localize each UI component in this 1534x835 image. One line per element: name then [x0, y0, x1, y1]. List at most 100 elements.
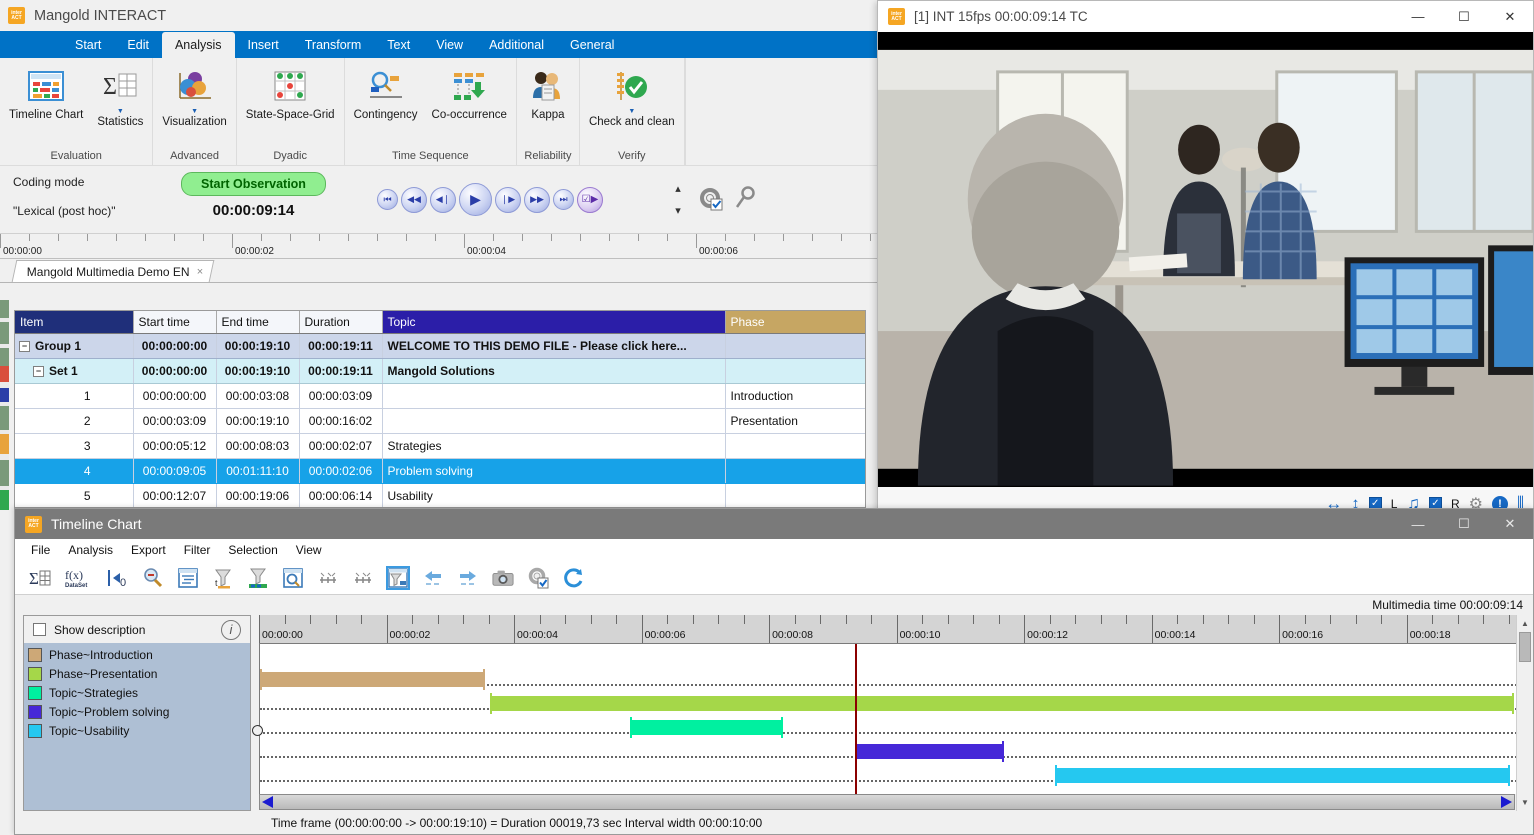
timeline-canvas[interactable]: [259, 644, 1533, 794]
step-forward-button[interactable]: ❘▶: [495, 186, 521, 213]
cell-phase[interactable]: [725, 458, 865, 484]
scroll-down-icon[interactable]: ▼: [1517, 794, 1533, 811]
cell-duration[interactable]: 00:00:06:14: [299, 483, 383, 507]
cell-duration[interactable]: 00:00:02:07: [299, 433, 383, 459]
zoom-out-icon[interactable]: [142, 567, 164, 589]
cell-start[interactable]: 00:00:00:00: [133, 358, 217, 384]
cell-start[interactable]: 00:00:05:12: [133, 433, 217, 459]
timeline-horizontal-scrollbar[interactable]: [259, 794, 1515, 810]
tree-expander[interactable]: −: [19, 340, 30, 352]
minimize-button[interactable]: —: [1395, 1, 1441, 32]
ribbon-button-co-occurrence[interactable]: Co-occurrence: [425, 63, 514, 122]
ribbon-tab-transform[interactable]: Transform: [292, 32, 375, 58]
timeline-ruler[interactable]: 00:00:00 00:00:02 00:00:04 00:00:06 00:00:08…: [259, 615, 1533, 644]
cell-item[interactable]: − Group 1: [15, 333, 134, 359]
ribbon-button-kappa[interactable]: Kappa: [519, 63, 577, 122]
sum-table-icon[interactable]: Σ: [29, 567, 51, 589]
cell-end[interactable]: 00:00:19:10: [216, 358, 300, 384]
cell-item[interactable]: 4: [15, 458, 134, 484]
legend-item[interactable]: Phase~Introduction: [28, 645, 250, 664]
search-preview-icon[interactable]: [282, 567, 304, 589]
skip-to-start-button[interactable]: ⏮: [377, 189, 398, 210]
cell-topic[interactable]: [382, 383, 726, 409]
speed-spinner[interactable]: ▴ ▾: [668, 177, 688, 221]
settings-gear-icon[interactable]: [698, 186, 724, 212]
legend-item[interactable]: Topic~Usability: [28, 721, 250, 740]
cell-topic[interactable]: Mangold Solutions: [382, 358, 726, 384]
cell-item[interactable]: 5: [15, 483, 134, 507]
close-button[interactable]: ✕: [1487, 1, 1533, 32]
magnifier-icon[interactable]: [734, 186, 758, 212]
expand-left-icon[interactable]: [317, 567, 339, 589]
column-header-item[interactable]: Item: [15, 311, 134, 334]
column-header-phase[interactable]: Phase: [725, 311, 865, 334]
show-description-checkbox[interactable]: [33, 623, 46, 636]
cell-phase[interactable]: [725, 358, 865, 384]
fast-forward-button[interactable]: ▶▶: [524, 186, 550, 213]
filter-time-icon[interactable]: t: [212, 567, 234, 589]
cell-end[interactable]: 00:00:19:10: [216, 408, 300, 434]
reset-to-zero-icon[interactable]: 0: [107, 567, 129, 589]
cell-duration[interactable]: 00:00:03:09: [299, 383, 383, 409]
spinner-down-icon[interactable]: ▾: [675, 204, 681, 217]
timeline-bar[interactable]: [489, 693, 1515, 714]
playhead-cursor[interactable]: [854, 644, 857, 794]
tree-expander[interactable]: −: [33, 365, 44, 377]
menu-file[interactable]: File: [31, 543, 50, 557]
ribbon-button-statistics[interactable]: Σ ▼ Statistics: [90, 63, 150, 129]
cell-duration[interactable]: 00:00:19:11: [299, 358, 383, 384]
refresh-icon[interactable]: [562, 567, 584, 589]
legend-item-list[interactable]: Phase~Introduction Phase~Presentation Topi…: [24, 643, 250, 810]
rewind-button[interactable]: ◀◀: [401, 186, 427, 213]
table-row[interactable]: 4 00:00:09:05 00:01:11:10 00:00:02:06 Proble…: [15, 458, 865, 484]
table-row[interactable]: 1 00:00:00:00 00:00:03:08 00:00:03:09 Introd…: [15, 383, 865, 409]
chevron-down-icon[interactable]: ▼: [191, 108, 198, 116]
cell-duration[interactable]: 00:00:02:06: [299, 458, 383, 484]
observation-data-table[interactable]: Item Start time End time Duration Topic …: [14, 310, 866, 508]
table-row[interactable]: − Group 1 00:00:00:00 00:00:19:10 00:00:19:1…: [15, 333, 865, 359]
table-row[interactable]: 2 00:00:03:09 00:00:19:10 00:00:16:02 Presen…: [15, 408, 865, 434]
chevron-down-icon[interactable]: ▼: [628, 108, 635, 116]
document-tab-mangold-demo[interactable]: Mangold Multimedia Demo EN ×: [11, 260, 215, 282]
legend-item[interactable]: Phase~Presentation: [28, 664, 250, 683]
play-selection-button[interactable]: ☑▶: [577, 186, 603, 213]
snapshot-camera-icon[interactable]: [492, 567, 514, 589]
cell-topic[interactable]: Problem solving: [382, 458, 726, 484]
minimize-button[interactable]: —: [1395, 509, 1441, 539]
main-timeline-ruler[interactable]: 00:00:00 00:00:02 00:00:04 00:00:06: [0, 233, 879, 259]
cell-end[interactable]: 00:00:19:10: [216, 333, 300, 359]
filter-window-icon[interactable]: [386, 565, 410, 590]
cell-phase[interactable]: [725, 483, 865, 507]
legend-item[interactable]: Topic~Strategies: [28, 683, 250, 702]
table-row[interactable]: 3 00:00:05:12 00:00:08:03 00:00:02:07 Strate…: [15, 433, 865, 459]
cell-duration[interactable]: 00:00:19:11: [299, 333, 383, 359]
cell-item[interactable]: 1: [15, 383, 134, 409]
ribbon-tab-start[interactable]: Start: [62, 32, 114, 58]
cell-end[interactable]: 00:01:11:10: [216, 458, 300, 484]
ribbon-tab-view[interactable]: View: [423, 32, 476, 58]
timeline-bar[interactable]: [629, 717, 783, 738]
column-header-duration[interactable]: Duration: [299, 311, 383, 334]
cell-phase[interactable]: [725, 333, 865, 359]
cell-phase[interactable]: Introduction: [725, 383, 865, 409]
list-view-icon[interactable]: [177, 567, 199, 589]
cell-start[interactable]: 00:00:00:00: [133, 333, 217, 359]
start-observation-button[interactable]: Start Observation: [181, 172, 326, 196]
cell-item[interactable]: − Set 1: [15, 358, 134, 384]
legend-resize-handle[interactable]: [252, 725, 263, 736]
cell-topic[interactable]: [382, 408, 726, 434]
ribbon-tab-text[interactable]: Text: [374, 32, 423, 58]
cell-end[interactable]: 00:00:19:06: [216, 483, 300, 507]
step-back-button[interactable]: ◀❘: [430, 186, 456, 213]
scroll-up-icon[interactable]: ▲: [1517, 615, 1533, 632]
ribbon-button-state-space-grid[interactable]: State-Space-Grid: [239, 63, 342, 122]
chevron-down-icon[interactable]: ▼: [117, 108, 124, 116]
column-header-start[interactable]: Start time: [133, 311, 217, 334]
settings-gear-icon[interactable]: [527, 567, 549, 589]
ribbon-tab-additional[interactable]: Additional: [476, 32, 557, 58]
spinner-up-icon[interactable]: ▴: [675, 182, 681, 195]
cell-start[interactable]: 00:00:00:00: [133, 383, 217, 409]
timeline-bar[interactable]: [854, 741, 1005, 762]
ribbon-tab-analysis[interactable]: Analysis: [161, 32, 235, 58]
filter-code-icon[interactable]: [247, 567, 269, 589]
